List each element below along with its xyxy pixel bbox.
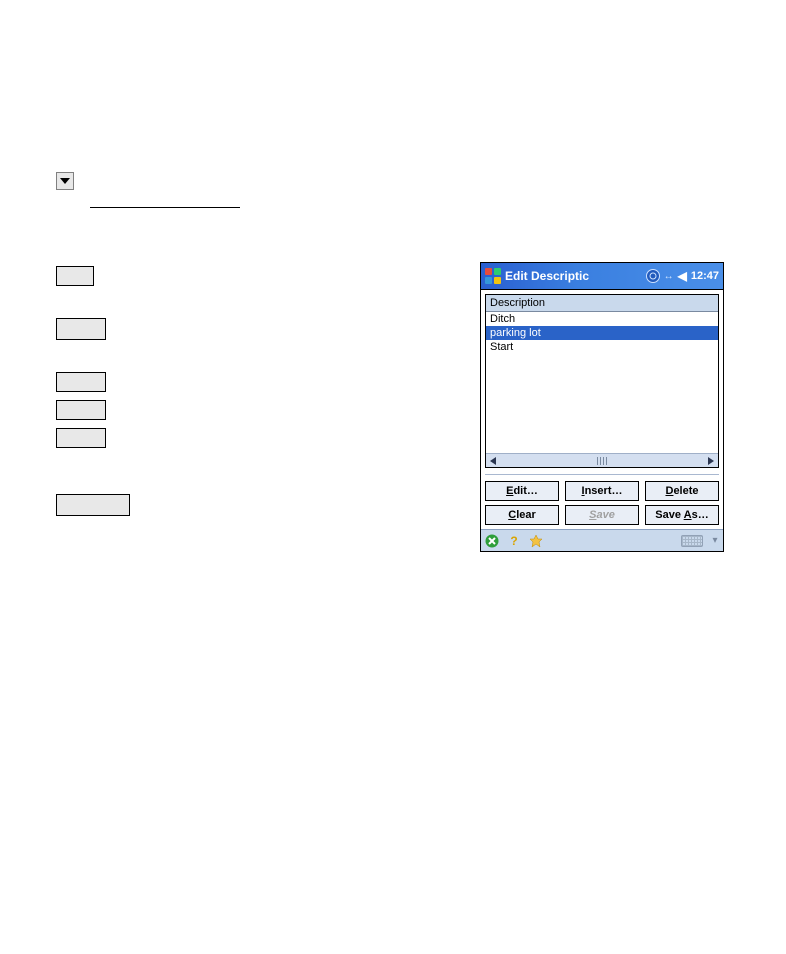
status-indicator-icon[interactable] bbox=[646, 269, 660, 283]
placeholder-box bbox=[56, 494, 130, 516]
description-list: Description Ditchparking lotStart bbox=[485, 294, 719, 468]
connectivity-icon[interactable]: ↔ bbox=[664, 271, 674, 282]
clock[interactable]: 12:47 bbox=[691, 270, 719, 282]
list-body[interactable]: Ditchparking lotStart bbox=[486, 312, 718, 453]
placeholder-box bbox=[56, 400, 106, 420]
help-icon[interactable]: ? bbox=[507, 534, 521, 548]
placeholder-box bbox=[56, 428, 106, 448]
dropdown-toggle[interactable] bbox=[56, 172, 74, 190]
titlebar: Edit Descriptic ↔ ◀ 12:47 bbox=[481, 263, 723, 289]
bottom-bar: ? ▾ bbox=[481, 529, 723, 551]
device-window: Edit Descriptic ↔ ◀ 12:47 Description Di… bbox=[480, 262, 724, 552]
clear-button[interactable]: Clear bbox=[485, 505, 559, 525]
svg-text:?: ? bbox=[510, 534, 517, 548]
save-as-button[interactable]: Save As… bbox=[645, 505, 719, 525]
scroll-right-arrow-icon[interactable] bbox=[704, 454, 718, 467]
start-flag-icon[interactable] bbox=[485, 268, 501, 284]
underline-divider bbox=[90, 207, 240, 208]
placeholder-box bbox=[56, 266, 94, 286]
window-title: Edit Descriptic bbox=[505, 269, 589, 283]
list-header[interactable]: Description bbox=[486, 295, 718, 312]
scroll-track[interactable] bbox=[500, 454, 704, 467]
placeholder-box bbox=[56, 372, 106, 392]
placeholder-box bbox=[56, 318, 106, 340]
list-item[interactable]: Ditch bbox=[486, 312, 718, 326]
scroll-left-arrow-icon[interactable] bbox=[486, 454, 500, 467]
list-item[interactable]: Start bbox=[486, 340, 718, 354]
button-panel: Edit… Insert… Delete Clear Save Save As… bbox=[485, 474, 719, 525]
delete-button[interactable]: Delete bbox=[645, 481, 719, 501]
save-button: Save bbox=[565, 505, 639, 525]
keyboard-icon[interactable] bbox=[681, 535, 703, 547]
favorite-star-icon[interactable] bbox=[529, 534, 543, 548]
speaker-icon[interactable]: ◀ bbox=[678, 269, 687, 283]
horizontal-scrollbar[interactable] bbox=[486, 453, 718, 467]
insert-button[interactable]: Insert… bbox=[565, 481, 639, 501]
list-item[interactable]: parking lot bbox=[486, 326, 718, 340]
ok-close-icon[interactable] bbox=[485, 534, 499, 548]
keyboard-caret-icon[interactable]: ▾ bbox=[711, 535, 719, 546]
content-area: Description Ditchparking lotStart Edit… … bbox=[481, 289, 723, 529]
edit-button[interactable]: Edit… bbox=[485, 481, 559, 501]
status-icons: ↔ ◀ 12:47 bbox=[646, 269, 719, 283]
